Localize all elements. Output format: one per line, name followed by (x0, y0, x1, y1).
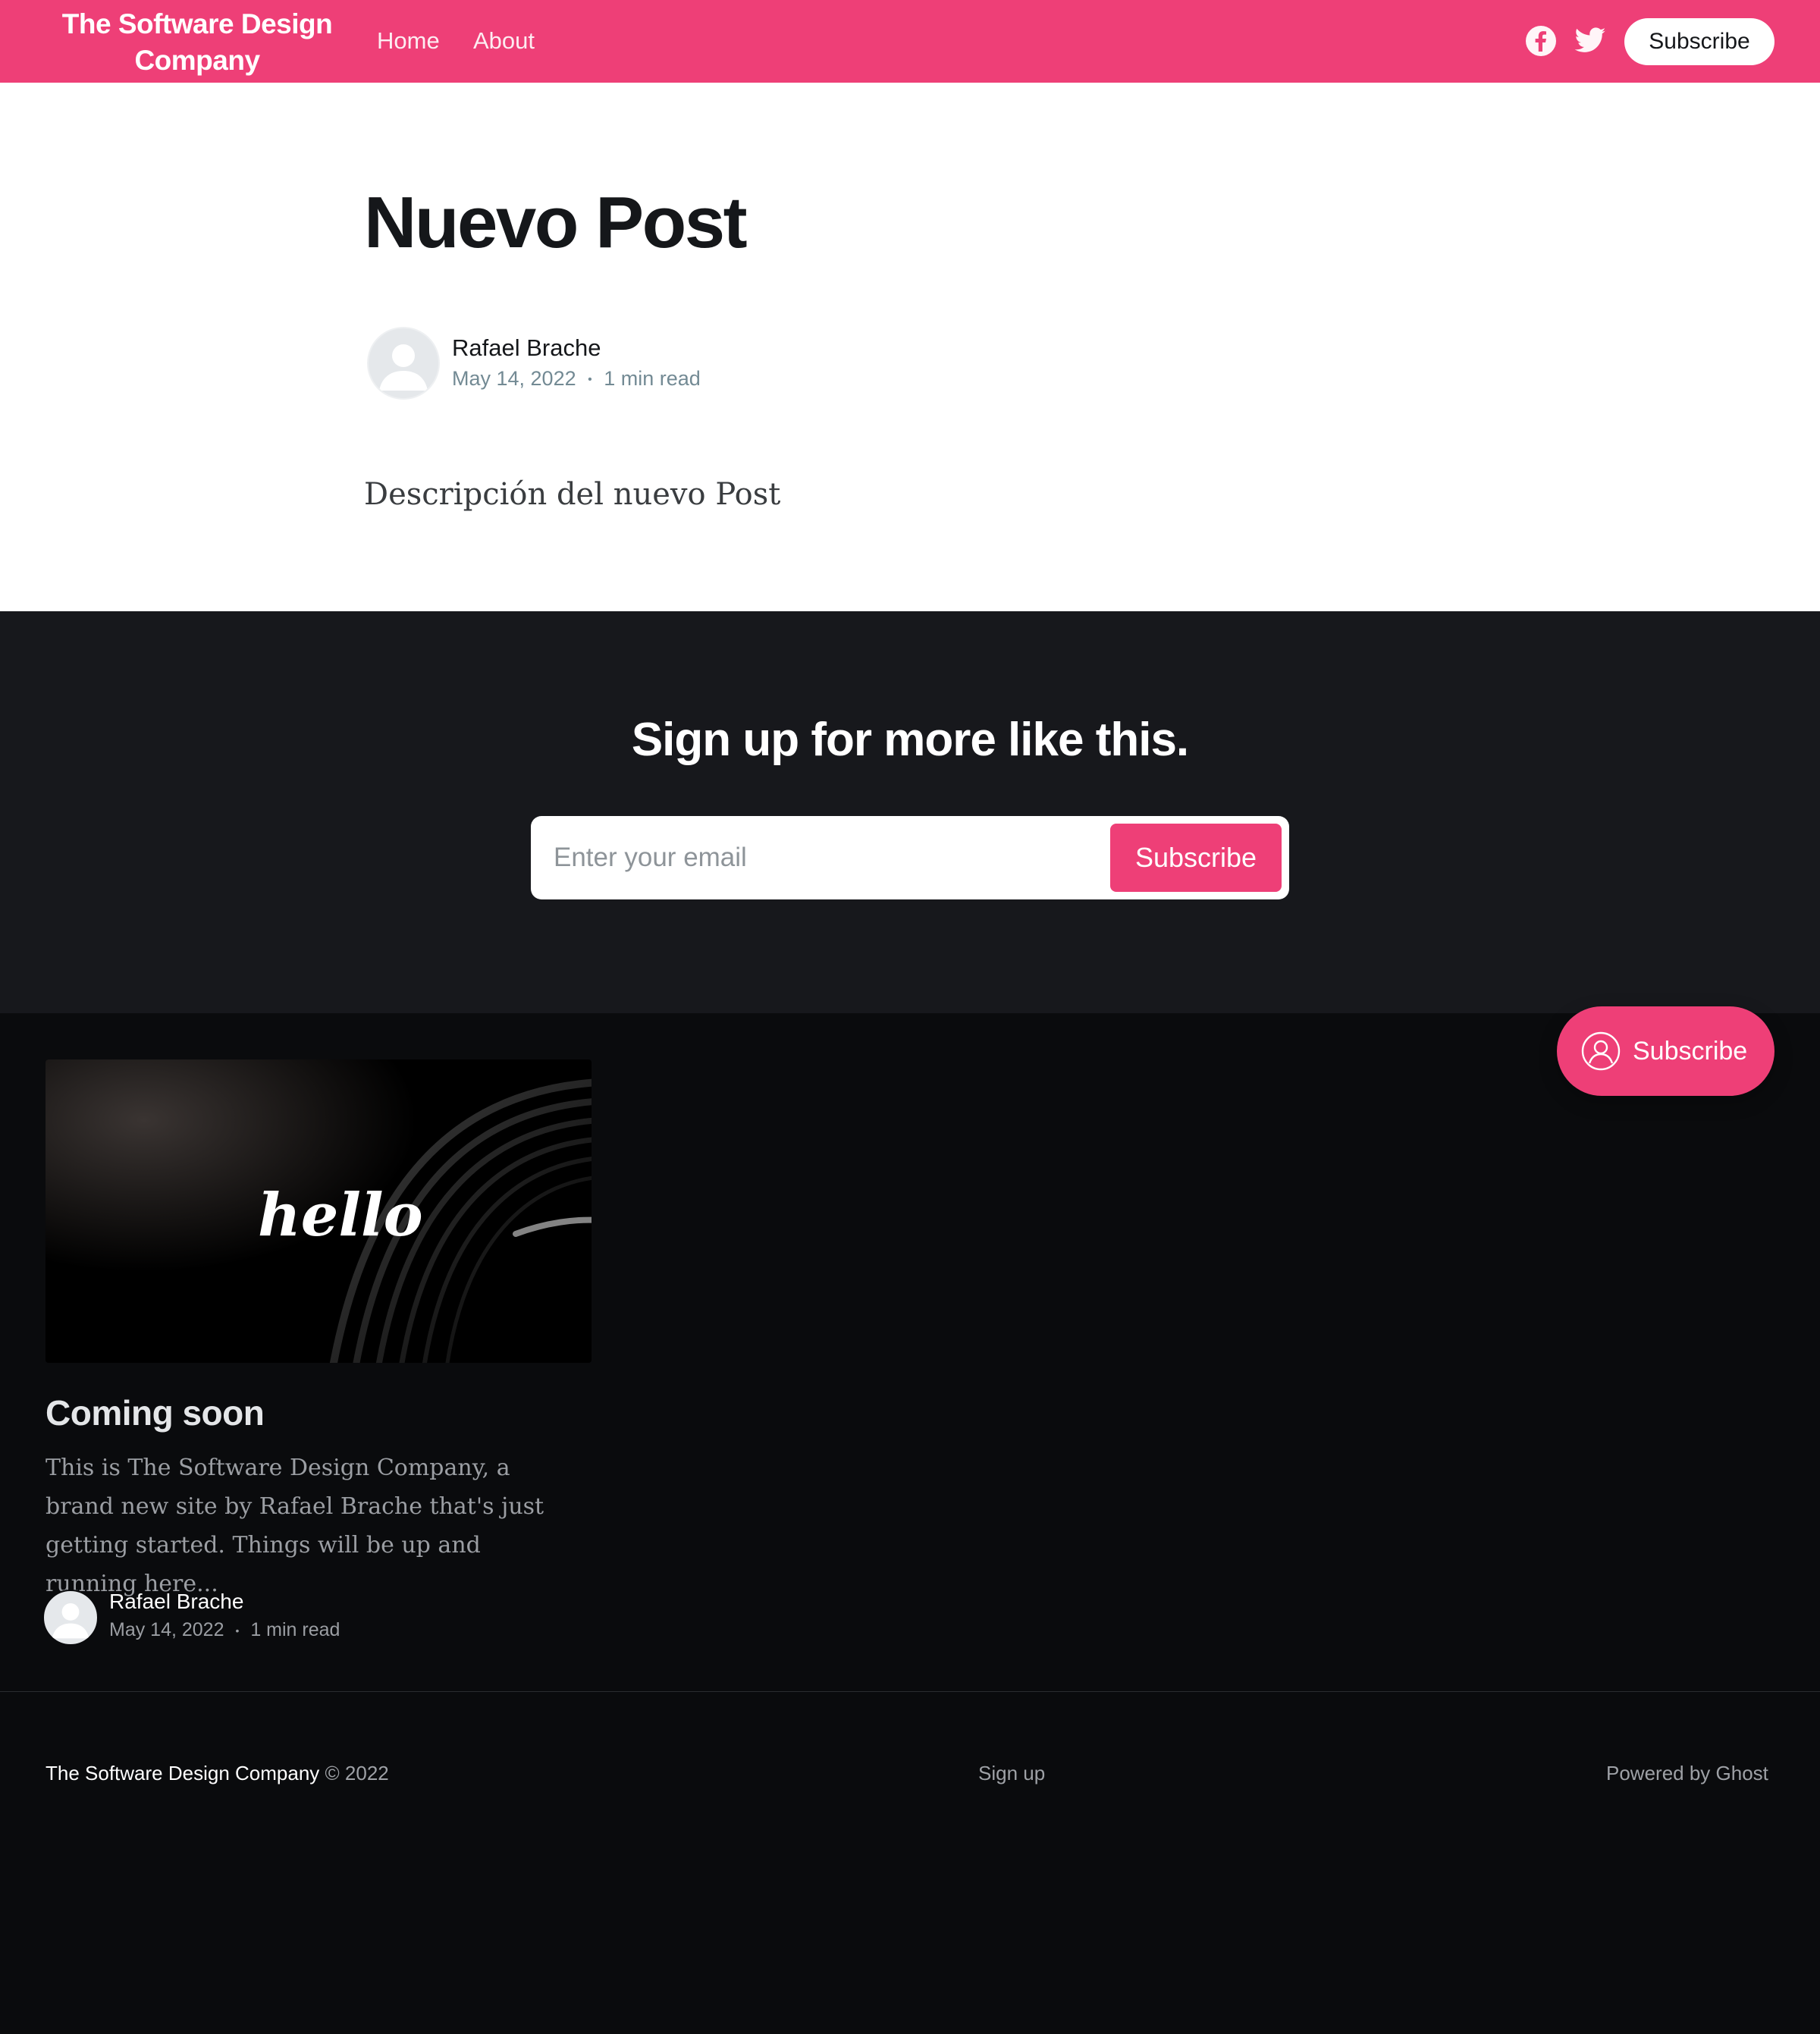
user-circle-icon (1581, 1031, 1621, 1071)
card-image-text: hello (258, 1181, 423, 1250)
card-author-name[interactable]: Rafael Brache (109, 1588, 243, 1615)
post-meta: May 14, 2022 • 1 min read (452, 365, 701, 394)
meta-separator: • (588, 372, 592, 386)
portal-subscribe-label: Subscribe (1633, 1037, 1748, 1066)
card-excerpt[interactable]: This is The Software Design Company, a b… (46, 1449, 569, 1603)
footer-copyright: The Software Design Company © 2022 (46, 1759, 389, 1787)
signup-cta: Sign up for more like this. Subscribe (0, 611, 1820, 1013)
facebook-icon[interactable] (1524, 24, 1558, 58)
user-silhouette-icon (379, 344, 428, 391)
author-name[interactable]: Rafael Brache (452, 333, 601, 363)
post-date: May 14, 2022 (452, 367, 576, 390)
meta-separator: • (235, 1624, 240, 1637)
cta-title: Sign up for more like this. (631, 714, 1189, 766)
footer-powered-by-link[interactable]: Powered by Ghost (1606, 1759, 1768, 1787)
card-read-time: 1 min read (250, 1619, 340, 1640)
nav-about[interactable]: About (473, 24, 535, 58)
cta-subscribe-button[interactable]: Subscribe (1110, 824, 1282, 892)
twitter-icon[interactable] (1574, 24, 1607, 58)
footer-divider (0, 1691, 1820, 1692)
post-article: Nuevo Post Rafael Brache May 14, 2022 • … (0, 83, 1820, 611)
post-read-time: 1 min read (604, 367, 701, 390)
post-title: Nuevo Post (364, 182, 748, 263)
card-meta: May 14, 2022 • 1 min read (109, 1617, 340, 1643)
author-avatar[interactable] (367, 327, 440, 400)
user-silhouette-icon (52, 1602, 89, 1639)
footer-signup-link[interactable]: Sign up (978, 1759, 1045, 1787)
card-feature-image: hello (46, 1059, 592, 1363)
header-subscribe-button[interactable]: Subscribe (1624, 18, 1774, 65)
post-body-text: Descripción del nuevo Post (364, 477, 781, 512)
card-date: May 14, 2022 (109, 1619, 224, 1640)
footer-site-link[interactable]: The Software Design Company (46, 1762, 319, 1784)
card-author-avatar[interactable] (42, 1590, 99, 1646)
footer-copyright-year: © 2022 (325, 1762, 389, 1784)
card-title[interactable]: Coming soon (46, 1390, 265, 1436)
signup-form: Subscribe (531, 816, 1289, 899)
email-input[interactable] (531, 816, 1107, 899)
post-card-image[interactable]: hello (46, 1059, 592, 1363)
nav-home[interactable]: Home (377, 24, 440, 58)
portal-subscribe-button[interactable]: Subscribe (1557, 1006, 1774, 1096)
site-title-link[interactable]: The Software Design Company (46, 6, 349, 79)
site-header: The Software Design Company Home About S… (0, 0, 1820, 83)
